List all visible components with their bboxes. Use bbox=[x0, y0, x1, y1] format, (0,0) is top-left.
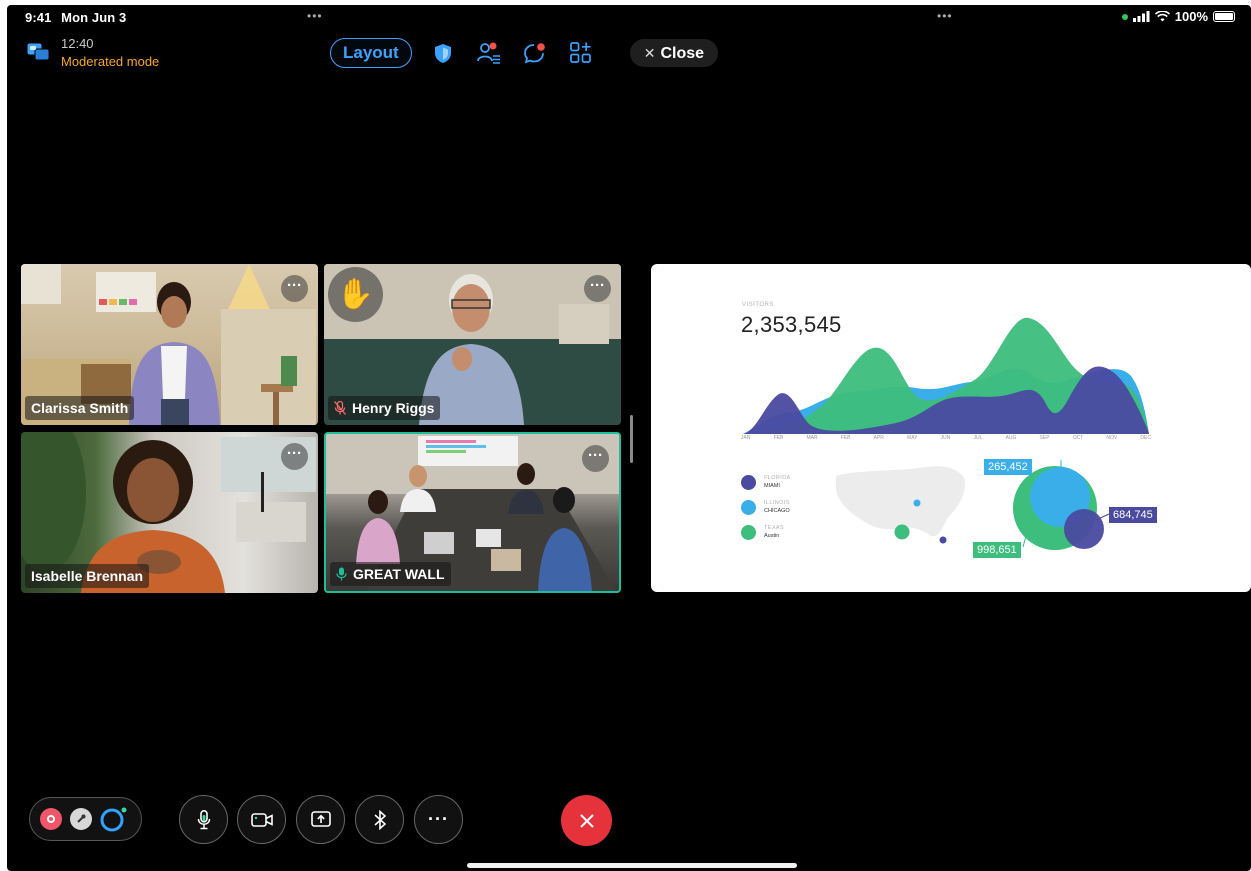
status-bar: 9:41 Mon Jun 3 ••• ••• 100% bbox=[7, 5, 1251, 29]
apps-add-icon[interactable] bbox=[566, 38, 596, 68]
leave-meeting-button[interactable] bbox=[561, 795, 612, 846]
meeting-timer: 12:40 bbox=[61, 36, 94, 51]
multitask-dots-right[interactable]: ••• bbox=[937, 9, 953, 23]
multitask-dots[interactable]: ••• bbox=[307, 9, 323, 23]
status-time: 9:41 bbox=[25, 10, 52, 25]
share-screen-icon bbox=[310, 810, 331, 827]
camera-button[interactable] bbox=[237, 795, 286, 844]
participant-name-tag: GREAT WALL bbox=[330, 562, 451, 586]
status-date: Mon Jun 3 bbox=[61, 10, 127, 25]
participant-name-tag: Isabelle Brennan bbox=[25, 564, 150, 588]
more-options-button[interactable]: ··· bbox=[584, 275, 611, 302]
participants-icon[interactable] bbox=[474, 38, 504, 68]
legend-dot bbox=[741, 499, 756, 515]
bubble-label-austin: 998,651 bbox=[973, 542, 1021, 558]
microphone-button[interactable] bbox=[179, 795, 228, 844]
home-indicator[interactable] bbox=[467, 863, 797, 868]
legend-item: TEXAS Austin bbox=[741, 524, 791, 540]
raised-hand-icon: ✋ bbox=[328, 267, 383, 322]
layout-button[interactable]: Layout bbox=[330, 38, 412, 68]
bubble-label-miami: 684,745 bbox=[1109, 507, 1157, 523]
wifi-icon bbox=[1154, 11, 1170, 22]
active-mic-icon bbox=[336, 567, 347, 581]
meeting-mode: Moderated mode bbox=[61, 54, 160, 69]
month-axis: JAN FEB MAR FEB APR MAY JUN JUL AUG SEP … bbox=[741, 435, 1151, 441]
video-tile-henry-riggs[interactable]: ✋ ··· Henry Riggs bbox=[324, 264, 621, 425]
battery-icon bbox=[1213, 11, 1235, 22]
close-icon bbox=[579, 813, 594, 828]
close-icon: ✕ bbox=[643, 45, 656, 61]
chart-legend: FLORIDA MIAMI ILLINOIS CHICAGO TEXAS Austin bbox=[741, 474, 791, 549]
more-controls-button[interactable]: ··· bbox=[414, 795, 463, 844]
video-tile-isabelle-brennan[interactable]: ··· Isabelle Brennan bbox=[21, 432, 318, 593]
participant-name-tag: Henry Riggs bbox=[328, 396, 441, 420]
chat-icon[interactable] bbox=[520, 38, 550, 68]
meeting-window-icon[interactable] bbox=[27, 43, 51, 63]
bluetooth-icon bbox=[373, 809, 386, 830]
meeting-info: 12:40 Moderated mode bbox=[27, 35, 159, 71]
visitors-label: VISITORS bbox=[742, 302, 774, 308]
bluetooth-button[interactable] bbox=[355, 795, 404, 844]
meeting-toolbar: Layout ✕ Close bbox=[330, 38, 719, 68]
battery-percent: 100% bbox=[1174, 9, 1208, 24]
video-tile-great-wall[interactable]: ··· GREAT WALL bbox=[324, 432, 621, 593]
microphone-icon bbox=[197, 809, 210, 829]
ai-assistant-icon[interactable] bbox=[100, 806, 127, 832]
camera-indicator-icon bbox=[1121, 13, 1128, 20]
visitors-total: 2,353,545 bbox=[741, 312, 842, 337]
share-screen-button[interactable] bbox=[296, 795, 345, 844]
legend-dot bbox=[741, 524, 756, 540]
more-horizontal-icon: ··· bbox=[428, 809, 449, 829]
close-button[interactable]: ✕ Close bbox=[629, 39, 719, 67]
more-options-button[interactable]: ··· bbox=[281, 443, 308, 470]
legend-dot bbox=[741, 474, 756, 490]
more-options-button[interactable]: ··· bbox=[582, 445, 609, 472]
shared-content: VISITORS 2,353,545 JAN FEB MAR FEB APR M… bbox=[651, 264, 1251, 592]
quick-actions-group bbox=[29, 797, 142, 841]
split-view-divider[interactable] bbox=[630, 415, 633, 463]
more-options-button[interactable]: ··· bbox=[281, 275, 308, 302]
cellular-signal-icon bbox=[1132, 11, 1150, 22]
legend-item: FLORIDA MIAMI bbox=[741, 474, 791, 490]
camera-icon bbox=[250, 812, 273, 827]
meeting-screen: 9:41 Mon Jun 3 ••• ••• 100% 12:40 Modera… bbox=[7, 5, 1251, 871]
audio-settings-icon[interactable] bbox=[70, 808, 92, 830]
legend-item: ILLINOIS CHICAGO bbox=[741, 499, 791, 515]
participant-name-tag: Clarissa Smith bbox=[25, 396, 135, 420]
bubble-label-chicago: 265,452 bbox=[984, 459, 1032, 475]
muted-mic-icon bbox=[334, 401, 346, 415]
security-shield-icon[interactable] bbox=[428, 38, 458, 68]
video-tile-clarissa-smith[interactable]: ··· Clarissa Smith bbox=[21, 264, 318, 425]
record-icon[interactable] bbox=[40, 808, 62, 830]
